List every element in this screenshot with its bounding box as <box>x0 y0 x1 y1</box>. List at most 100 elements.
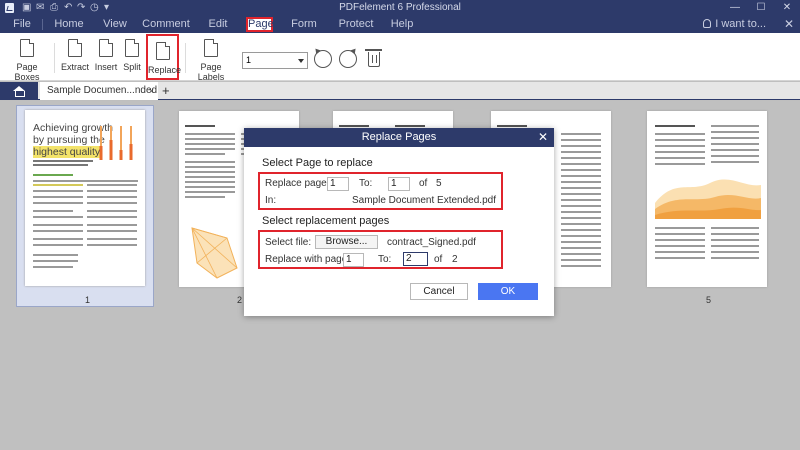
page-number-5: 5 <box>706 295 712 305</box>
text-line <box>561 193 601 195</box>
insert-icon <box>99 39 113 57</box>
text-line <box>561 259 601 261</box>
home-tab[interactable] <box>0 82 38 100</box>
text-line <box>561 139 601 141</box>
replace-with-label: Replace with page: <box>265 254 351 265</box>
text-line <box>87 230 137 232</box>
text-line <box>185 143 235 145</box>
text-line <box>561 211 601 213</box>
toolbar-divider <box>54 43 55 73</box>
text-line <box>87 196 137 198</box>
page-boxes-label: Page Boxes <box>14 62 40 82</box>
rotate-left-icon[interactable] <box>314 50 332 68</box>
menu-help[interactable]: Help <box>388 17 416 32</box>
text-line <box>185 166 235 168</box>
replace-label: Replace <box>148 65 182 75</box>
text-line <box>711 239 759 241</box>
text-line <box>33 164 88 166</box>
page-number-2: 2 <box>237 295 243 305</box>
of-label: of <box>419 178 428 189</box>
page-boxes-button[interactable]: Page Boxes <box>4 33 50 82</box>
split-button[interactable]: Split <box>121 33 143 81</box>
text-line <box>185 133 235 135</box>
minimize-icon[interactable]: — <box>722 1 748 15</box>
with-to-field[interactable]: 2 <box>403 252 428 266</box>
close-icon[interactable]: ✕ <box>538 128 548 147</box>
dialog-title-bar: Replace Pages ✕ <box>244 128 554 147</box>
add-tab-icon[interactable]: + <box>162 82 170 99</box>
text-line <box>33 238 83 240</box>
close-document-icon[interactable]: ✕ <box>784 17 794 32</box>
page-labels-button[interactable]: Page Labels <box>189 33 233 82</box>
extract-icon <box>68 39 82 57</box>
text-line <box>87 238 137 240</box>
close-window-icon[interactable]: ✕ <box>774 1 800 15</box>
browse-button[interactable]: Browse... <box>315 235 378 249</box>
with-to-label: To: <box>378 254 392 265</box>
ribbon-toolbar: Page Boxes Extract Insert Split Replace … <box>0 33 800 82</box>
text-line <box>561 151 601 153</box>
menu-view[interactable]: View <box>97 17 133 32</box>
with-from-field[interactable]: 1 <box>343 253 364 267</box>
text-line <box>561 235 601 237</box>
text-line <box>185 161 235 163</box>
text-line <box>655 133 705 135</box>
maximize-icon[interactable]: ☐ <box>748 1 774 15</box>
text-line <box>655 251 705 253</box>
menu-bar: File Home View Comment Edit Page Form Pr… <box>0 16 800 33</box>
page-thumbnail-1[interactable]: Achieving growth by pursuing the highest… <box>25 110 145 286</box>
text-line <box>33 260 78 262</box>
text-line <box>711 161 759 163</box>
page-boxes-icon <box>20 39 34 57</box>
menu-form[interactable]: Form <box>287 17 321 32</box>
menu-file[interactable]: File <box>8 17 36 32</box>
menu-edit[interactable]: Edit <box>201 17 235 32</box>
text-line <box>185 148 235 150</box>
replace-from-field[interactable]: 1 <box>327 177 349 191</box>
cancel-button[interactable]: Cancel <box>410 283 468 300</box>
insert-button[interactable]: Insert <box>91 33 121 81</box>
rotate-right-icon[interactable] <box>339 50 357 68</box>
text-line <box>655 233 705 235</box>
page-select-dropdown[interactable]: 1 <box>242 52 308 69</box>
page1-heading-line3: highest quality. <box>33 146 103 158</box>
text-line <box>185 181 235 183</box>
menu-protect[interactable]: Protect <box>333 17 379 32</box>
text-line <box>561 163 601 165</box>
page-thumbnail-5[interactable] <box>647 111 767 287</box>
page-labels-icon <box>204 39 218 57</box>
total-pages-value: 5 <box>436 178 442 189</box>
text-line <box>339 125 369 127</box>
text-line <box>185 171 235 173</box>
menu-home[interactable]: Home <box>50 17 88 32</box>
dialog-title: Replace Pages <box>361 131 437 143</box>
document-tab[interactable]: Sample Documen...nded × <box>40 82 158 100</box>
delete-page-icon[interactable] <box>365 49 382 67</box>
close-tab-icon[interactable]: × <box>149 82 154 100</box>
window-title: PDFelement 6 Professional <box>339 2 461 13</box>
menu-page[interactable]: Page <box>246 17 274 32</box>
select-file-label: Select file: <box>265 237 312 248</box>
replace-page-label: Replace page: <box>265 178 330 189</box>
text-line <box>33 230 83 232</box>
menu-divider <box>42 19 43 30</box>
text-line <box>655 139 705 141</box>
text-line <box>711 227 759 229</box>
text-line <box>87 190 137 192</box>
replace-button[interactable]: Replace <box>146 34 182 80</box>
text-line <box>561 229 601 231</box>
text-line <box>711 137 759 139</box>
text-line <box>497 125 527 127</box>
search-help[interactable]: I want to... <box>703 17 766 32</box>
replace-to-field[interactable]: 1 <box>388 177 410 191</box>
text-line <box>185 196 225 198</box>
document-tab-bar: Sample Documen...nded × + <box>0 82 800 100</box>
text-line <box>561 187 601 189</box>
text-line <box>655 227 705 229</box>
menu-comment[interactable]: Comment <box>140 17 192 32</box>
selected-file-name: contract_Signed.pdf <box>387 237 476 248</box>
text-line <box>561 217 601 219</box>
text-line <box>711 155 759 157</box>
extract-button[interactable]: Extract <box>59 33 91 81</box>
ok-button[interactable]: OK <box>478 283 538 300</box>
